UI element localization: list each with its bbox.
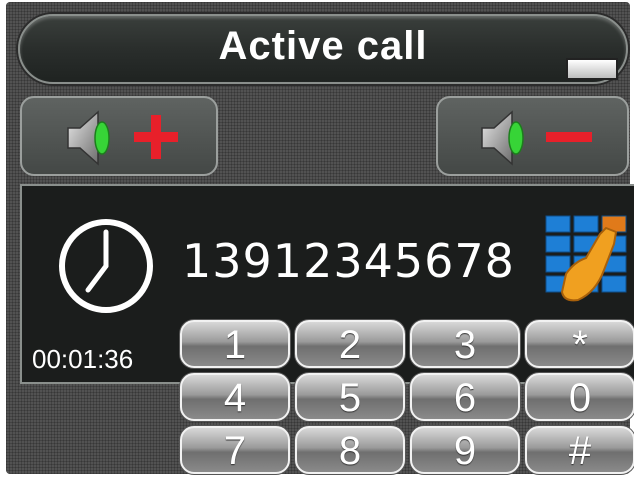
phone-number: 13912345678	[182, 234, 515, 288]
key-0[interactable]: 0	[525, 373, 634, 421]
page-title: Active call	[218, 24, 428, 68]
key-7[interactable]: 7	[180, 426, 290, 474]
key-5[interactable]: 5	[295, 373, 405, 421]
key-8[interactable]: 8	[295, 426, 405, 474]
clock-icon	[59, 219, 153, 313]
call-duration: 00:01:36	[32, 344, 134, 374]
speaker-minus-icon	[481, 110, 592, 166]
volume-down-button[interactable]	[436, 96, 629, 176]
key-9[interactable]: 9	[410, 426, 520, 474]
key-6[interactable]: 6	[410, 373, 520, 421]
key-3[interactable]: 3	[410, 320, 520, 368]
speaker-plus-icon	[67, 110, 178, 166]
title-bar: Active call	[18, 14, 628, 84]
phone-screen: Active call 13912345678 00:01:36 1 2 3 *…	[6, 2, 634, 474]
minimize-button[interactable]	[566, 58, 618, 80]
keypad: 1 2 3 * 4 5 6 0 7 8 9 #	[180, 320, 634, 479]
dialpad-icon[interactable]	[544, 214, 628, 304]
key-star[interactable]: *	[525, 320, 634, 368]
key-hash[interactable]: #	[525, 426, 634, 474]
key-4[interactable]: 4	[180, 373, 290, 421]
key-2[interactable]: 2	[295, 320, 405, 368]
volume-up-button[interactable]	[20, 96, 218, 176]
key-1[interactable]: 1	[180, 320, 290, 368]
